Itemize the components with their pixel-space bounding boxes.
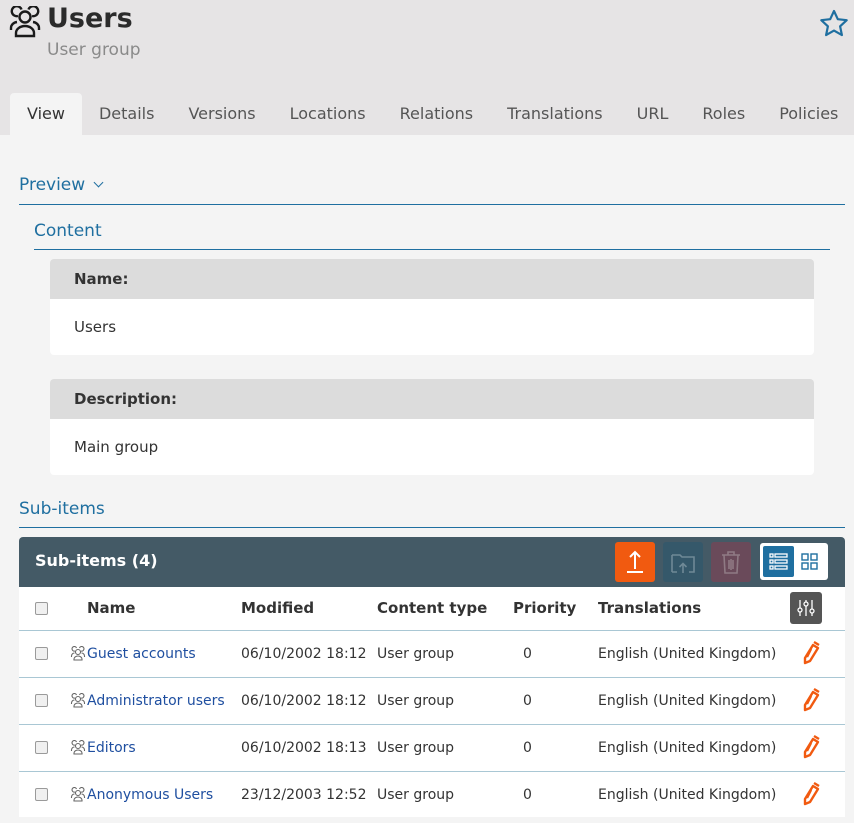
upload-button[interactable] bbox=[615, 542, 655, 582]
item-priority: 0 bbox=[513, 677, 598, 725]
column-modified[interactable]: Modified bbox=[241, 587, 377, 631]
preview-toggle[interactable]: Preview bbox=[19, 175, 104, 195]
column-settings-button[interactable] bbox=[790, 592, 822, 625]
tab-relations[interactable]: Relations bbox=[383, 93, 490, 135]
field-name: Name: Users bbox=[50, 259, 814, 355]
field-name-value: Users bbox=[74, 318, 117, 336]
item-content-type: User group bbox=[377, 724, 513, 772]
page-header: Users User group View Details Versions L… bbox=[0, 0, 854, 135]
subitems-title: Sub-items (4) bbox=[35, 551, 158, 570]
user-group-icon bbox=[71, 645, 86, 661]
row-checkbox[interactable] bbox=[35, 647, 48, 660]
content-heading: Content bbox=[34, 221, 102, 241]
item-priority: 0 bbox=[513, 724, 598, 772]
select-all-checkbox[interactable] bbox=[35, 602, 48, 616]
tab-translations[interactable]: Translations bbox=[490, 93, 620, 135]
page-title: Users bbox=[47, 3, 133, 34]
content-divider bbox=[34, 249, 830, 250]
table-row[interactable]: Administrator users 06/10/2002 18:12 Use… bbox=[19, 677, 845, 725]
subitems-toolbar: Sub-items (4) bbox=[19, 537, 845, 587]
item-priority: 0 bbox=[523, 786, 532, 803]
item-translations: English (United Kingdom) bbox=[598, 677, 790, 725]
field-description-value: Main group bbox=[74, 438, 159, 456]
subitems-table: Name Modified Content type Priority Tran… bbox=[19, 587, 845, 817]
item-name-link[interactable]: Administrator users bbox=[87, 693, 225, 709]
item-content-type: User group bbox=[377, 630, 513, 678]
field-name-label: Name: bbox=[50, 259, 814, 299]
user-group-icon bbox=[9, 6, 41, 38]
tab-details[interactable]: Details bbox=[82, 93, 171, 135]
edit-pencil-icon[interactable] bbox=[800, 639, 822, 665]
page-subtitle: User group bbox=[47, 40, 141, 60]
edit-pencil-icon[interactable] bbox=[800, 686, 822, 712]
row-checkbox[interactable] bbox=[35, 741, 48, 754]
table-header-row: Name Modified Content type Priority Tran… bbox=[19, 587, 845, 631]
column-translations[interactable]: Translations bbox=[598, 587, 790, 631]
list-view-icon bbox=[769, 553, 788, 570]
user-group-icon bbox=[71, 739, 86, 755]
item-modified: 06/10/2002 18:12 bbox=[241, 630, 377, 678]
item-translations: English (United Kingdom) bbox=[598, 630, 790, 678]
column-content-type[interactable]: Content type bbox=[377, 587, 513, 631]
folder-upload-icon bbox=[671, 554, 695, 573]
tab-roles[interactable]: Roles bbox=[685, 93, 762, 135]
edit-pencil-icon[interactable] bbox=[800, 780, 822, 806]
item-content-type: User group bbox=[377, 677, 513, 725]
preview-divider bbox=[19, 204, 845, 205]
column-name[interactable]: Name bbox=[87, 587, 241, 631]
sliders-icon bbox=[797, 600, 815, 617]
tab-locations[interactable]: Locations bbox=[273, 93, 383, 135]
grid-view-icon bbox=[801, 553, 818, 570]
user-group-icon bbox=[71, 786, 86, 802]
item-name-link[interactable]: Guest accounts bbox=[87, 646, 196, 662]
subitems-heading: Sub-items bbox=[19, 499, 105, 519]
tab-view[interactable]: View bbox=[10, 93, 82, 135]
delete-button[interactable] bbox=[711, 542, 751, 582]
user-group-icon bbox=[71, 692, 86, 708]
item-name-link[interactable]: Anonymous Users bbox=[87, 787, 213, 803]
row-checkbox[interactable] bbox=[35, 694, 48, 707]
item-content-type: User group bbox=[377, 786, 455, 803]
tab-bar: View Details Versions Locations Relation… bbox=[10, 93, 854, 135]
grid-view-button[interactable] bbox=[794, 546, 825, 577]
item-modified: 06/10/2002 18:13 bbox=[241, 724, 377, 772]
move-button[interactable] bbox=[663, 542, 703, 582]
item-priority: 0 bbox=[513, 630, 598, 678]
item-translations: English (United Kingdom) bbox=[598, 724, 790, 772]
item-modified: 06/10/2002 18:12 bbox=[241, 677, 377, 725]
tab-policies[interactable]: Policies bbox=[762, 93, 854, 135]
trash-icon bbox=[722, 551, 740, 574]
tab-versions[interactable]: Versions bbox=[171, 93, 272, 135]
field-description-label: Description: bbox=[50, 379, 814, 419]
table-row[interactable]: Editors 06/10/2002 18:13 User group 0 En… bbox=[19, 724, 845, 772]
view-toggle bbox=[760, 543, 828, 580]
tab-url[interactable]: URL bbox=[620, 93, 686, 135]
subitems-divider bbox=[19, 527, 845, 528]
item-translations: English (United Kingdom) bbox=[598, 786, 777, 803]
item-modified: 23/12/2003 12:52 bbox=[241, 786, 367, 803]
table-row[interactable]: Anonymous Users 23/12/2003 12:52 User gr… bbox=[19, 771, 845, 817]
preview-label: Preview bbox=[19, 175, 86, 195]
item-name-link[interactable]: Editors bbox=[87, 740, 136, 756]
row-checkbox[interactable] bbox=[35, 788, 48, 802]
list-view-button[interactable] bbox=[763, 546, 794, 577]
table-row[interactable]: Guest accounts 06/10/2002 18:12 User gro… bbox=[19, 630, 845, 678]
column-priority[interactable]: Priority bbox=[513, 587, 598, 631]
star-icon[interactable] bbox=[818, 8, 850, 40]
subitems-panel: Sub-items (4) Name Modified Content type… bbox=[19, 537, 845, 817]
chevron-down-icon bbox=[93, 177, 104, 188]
upload-icon bbox=[627, 550, 643, 573]
field-description: Description: Main group bbox=[50, 379, 814, 475]
edit-pencil-icon[interactable] bbox=[800, 733, 822, 759]
